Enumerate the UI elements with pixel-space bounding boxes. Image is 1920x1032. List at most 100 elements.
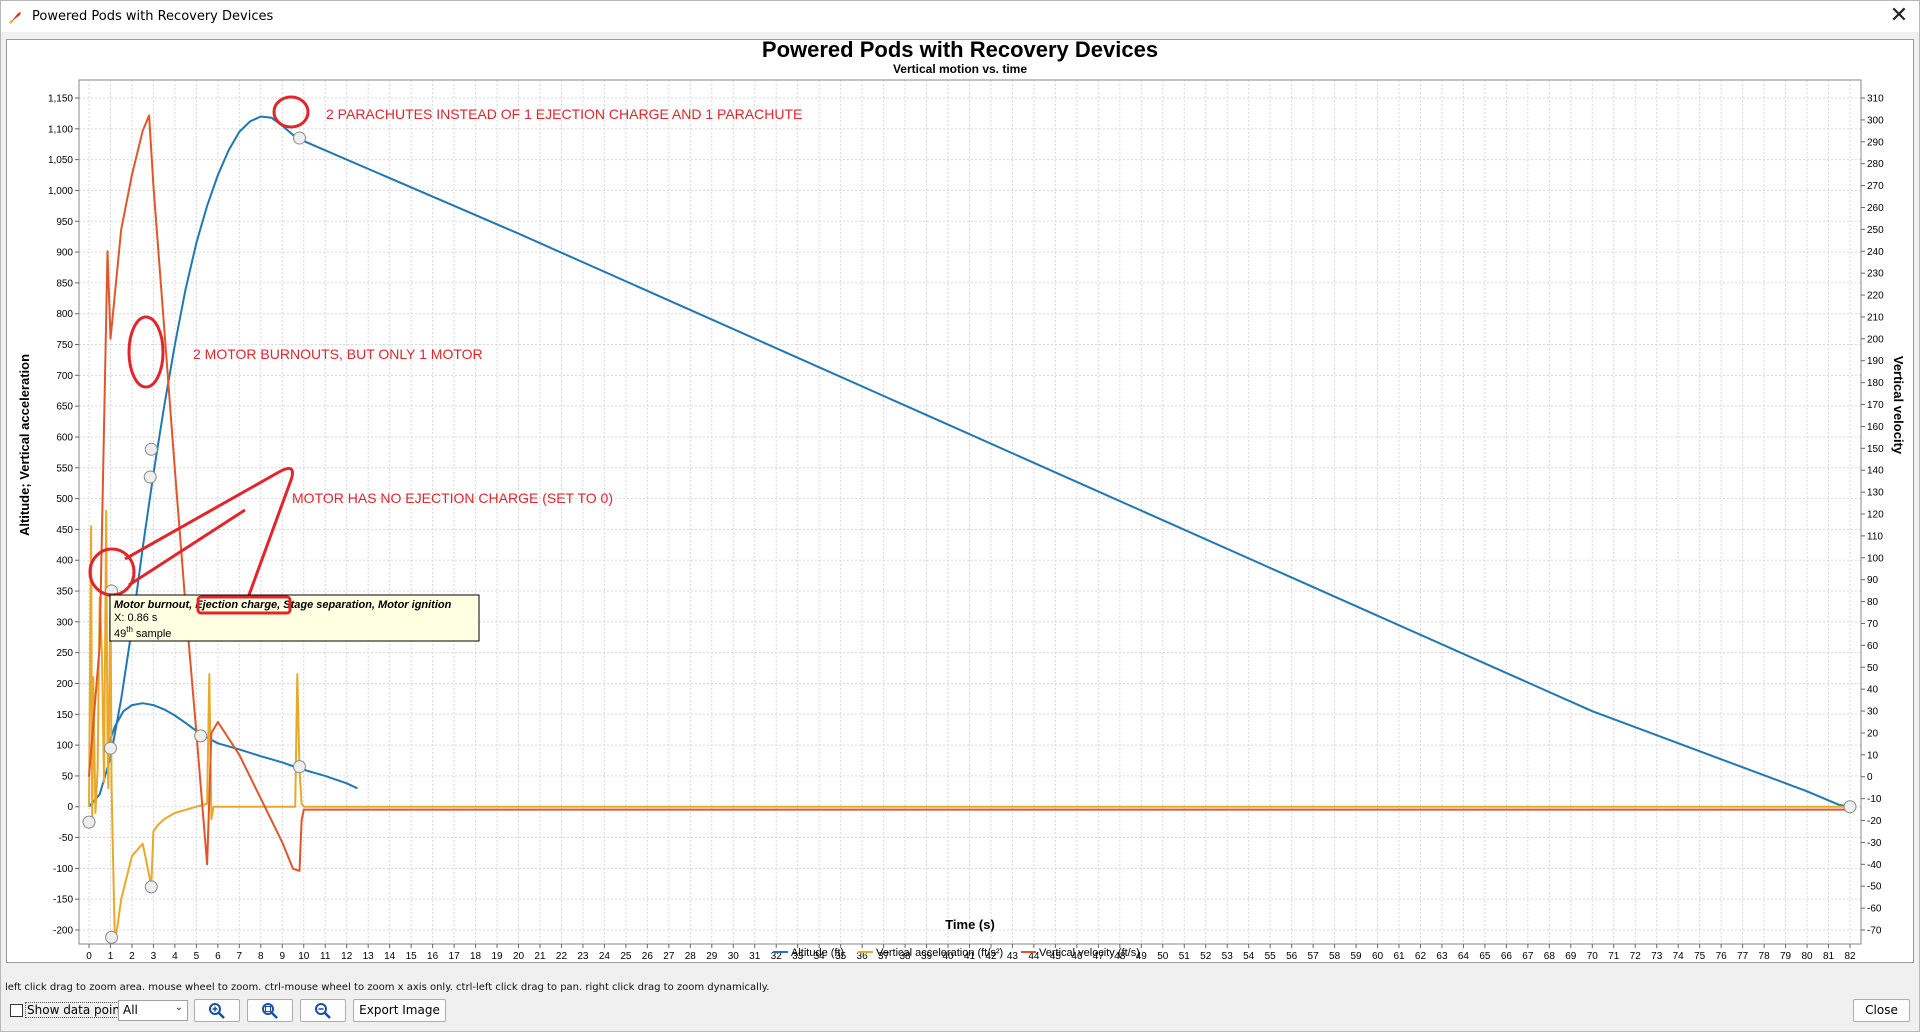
x-tick-label: 60 — [1372, 951, 1384, 962]
x-tick-label: 20 — [513, 951, 525, 962]
x-tick-label: 64 — [1458, 951, 1470, 962]
data-tooltip: Motor burnout, Ejection charge, Stage se… — [109, 594, 480, 642]
y-right-tick-label: 60 — [1867, 641, 1879, 652]
x-tick-label: 18 — [470, 951, 482, 962]
chevron-down-icon: ⌄ — [174, 1002, 183, 1013]
zoom-fit-icon — [262, 1003, 278, 1019]
x-tick-label: 70 — [1587, 951, 1599, 962]
event-filter-select[interactable]: All ⌄ — [118, 1000, 188, 1021]
event-marker[interactable] — [292, 131, 306, 145]
zoom-out-button[interactable] — [300, 999, 346, 1022]
y-left-tick-label: 250 — [56, 648, 73, 659]
y-right-tick-label: 260 — [1867, 203, 1884, 214]
plot-chart[interactable]: Powered Pods with Recovery Devices Verti… — [7, 40, 1913, 962]
zoom-fit-button[interactable] — [247, 999, 293, 1022]
event-marker[interactable] — [292, 760, 306, 774]
show-data-points-checkbox[interactable] — [10, 1004, 23, 1017]
x-tick-label: 12 — [341, 951, 353, 962]
y-right-tick-label: 40 — [1867, 685, 1879, 696]
y-left-tick-label: 800 — [56, 309, 73, 320]
y-right-tick-label: 0 — [1867, 772, 1873, 783]
x-tick-label: 31 — [749, 951, 761, 962]
y-left-axis-label: Altitude; Vertical acceleration — [17, 354, 32, 536]
y-right-tick-label: 270 — [1867, 181, 1884, 192]
x-tick-label: 13 — [363, 951, 375, 962]
chart-subtitle: Vertical motion vs. time — [893, 62, 1027, 76]
x-tick-label: 71 — [1608, 951, 1620, 962]
close-button[interactable]: Close — [1853, 999, 1910, 1022]
x-tick-label: 73 — [1651, 951, 1663, 962]
x-tick-label: 79 — [1780, 951, 1792, 962]
x-tick-label: 65 — [1479, 951, 1491, 962]
y-right-tick-label: 70 — [1867, 619, 1879, 630]
y-right-tick-label: 170 — [1867, 400, 1884, 411]
y-left-tick-label: -100 — [53, 864, 73, 875]
x-tick-label: 53 — [1222, 951, 1234, 962]
x-tick-label: 57 — [1308, 951, 1320, 962]
x-tick-label: 51 — [1179, 951, 1191, 962]
x-tick-label: 28 — [685, 951, 697, 962]
event-marker[interactable] — [105, 930, 119, 944]
y-right-tick-label: 310 — [1867, 94, 1884, 105]
y-right-tick-label: 200 — [1867, 334, 1884, 345]
x-tick-label: 4 — [172, 951, 178, 962]
y-left-tick-label: 1,050 — [48, 155, 73, 166]
y-right-tick-label: -60 — [1867, 904, 1882, 915]
x-tick-label: 43 — [1007, 951, 1019, 962]
x-tick-label: 7 — [237, 951, 243, 962]
y-left-tick-label: 500 — [56, 494, 73, 505]
y-left-axis-ticks: -200 -150 -100 -50 0 50 100 150 200 250 300 350 400 4… — [48, 94, 79, 937]
x-tick-label: 5 — [194, 951, 200, 962]
x-tick-label: 23 — [577, 951, 589, 962]
y-right-tick-label: -70 — [1867, 926, 1882, 937]
y-right-tick-label: 130 — [1867, 488, 1884, 499]
x-tick-label: 80 — [1801, 951, 1813, 962]
y-right-tick-label: 250 — [1867, 225, 1884, 236]
zoom-in-button[interactable] — [194, 999, 240, 1022]
x-tick-label: 25 — [620, 951, 632, 962]
event-marker[interactable] — [144, 880, 158, 894]
x-tick-label: 61 — [1393, 951, 1405, 962]
x-tick-label: 56 — [1286, 951, 1298, 962]
zoom-in-icon — [209, 1003, 225, 1019]
event-marker[interactable] — [82, 815, 96, 829]
x-tick-label: 6 — [215, 951, 221, 962]
x-tick-label: 68 — [1544, 951, 1556, 962]
x-tick-label: 74 — [1673, 951, 1685, 962]
show-data-points-label[interactable]: Show data points — [25, 1002, 133, 1018]
event-marker[interactable] — [143, 470, 157, 484]
plot-window: Powered Pods with Recovery Devices ✕ Pow… — [0, 0, 1920, 1032]
bottom-toolbar: Show data points All ⌄ Export Image Clos… — [1, 999, 1919, 1029]
x-tick-label: 15 — [406, 951, 418, 962]
x-tick-label: 82 — [1844, 951, 1856, 962]
event-marker[interactable] — [194, 729, 208, 743]
y-left-tick-label: 950 — [56, 217, 73, 228]
y-right-tick-label: 20 — [1867, 728, 1879, 739]
x-tick-label: 14 — [384, 951, 396, 962]
x-tick-label: 9 — [279, 951, 285, 962]
x-tick-label: 19 — [491, 951, 503, 962]
zoom-out-icon — [315, 1003, 331, 1019]
x-tick-label: 3 — [151, 951, 157, 962]
x-tick-label: 58 — [1329, 951, 1341, 962]
event-marker[interactable] — [1843, 800, 1857, 814]
x-tick-label: 2 — [129, 951, 135, 962]
x-tick-label: 66 — [1501, 951, 1513, 962]
x-tick-label: 54 — [1243, 951, 1255, 962]
y-left-tick-label: 350 — [56, 587, 73, 598]
event-marker[interactable] — [103, 741, 117, 755]
x-tick-label: 30 — [728, 951, 740, 962]
window-close-icon[interactable]: ✕ — [1885, 3, 1913, 29]
x-axis-label: Time (s) — [945, 917, 995, 932]
x-tick-label: 81 — [1823, 951, 1835, 962]
y-right-tick-label: -40 — [1867, 860, 1882, 871]
y-right-tick-label: 190 — [1867, 356, 1884, 367]
export-image-button[interactable]: Export Image — [353, 999, 446, 1022]
event-marker[interactable] — [144, 442, 158, 456]
x-tick-label: 59 — [1350, 951, 1362, 962]
y-left-tick-label: 750 — [56, 340, 73, 351]
chart-panel[interactable]: Powered Pods with Recovery Devices Verti… — [6, 39, 1914, 963]
x-tick-label: 69 — [1565, 951, 1577, 962]
y-right-tick-label: 150 — [1867, 444, 1884, 455]
y-right-tick-label: 180 — [1867, 378, 1884, 389]
